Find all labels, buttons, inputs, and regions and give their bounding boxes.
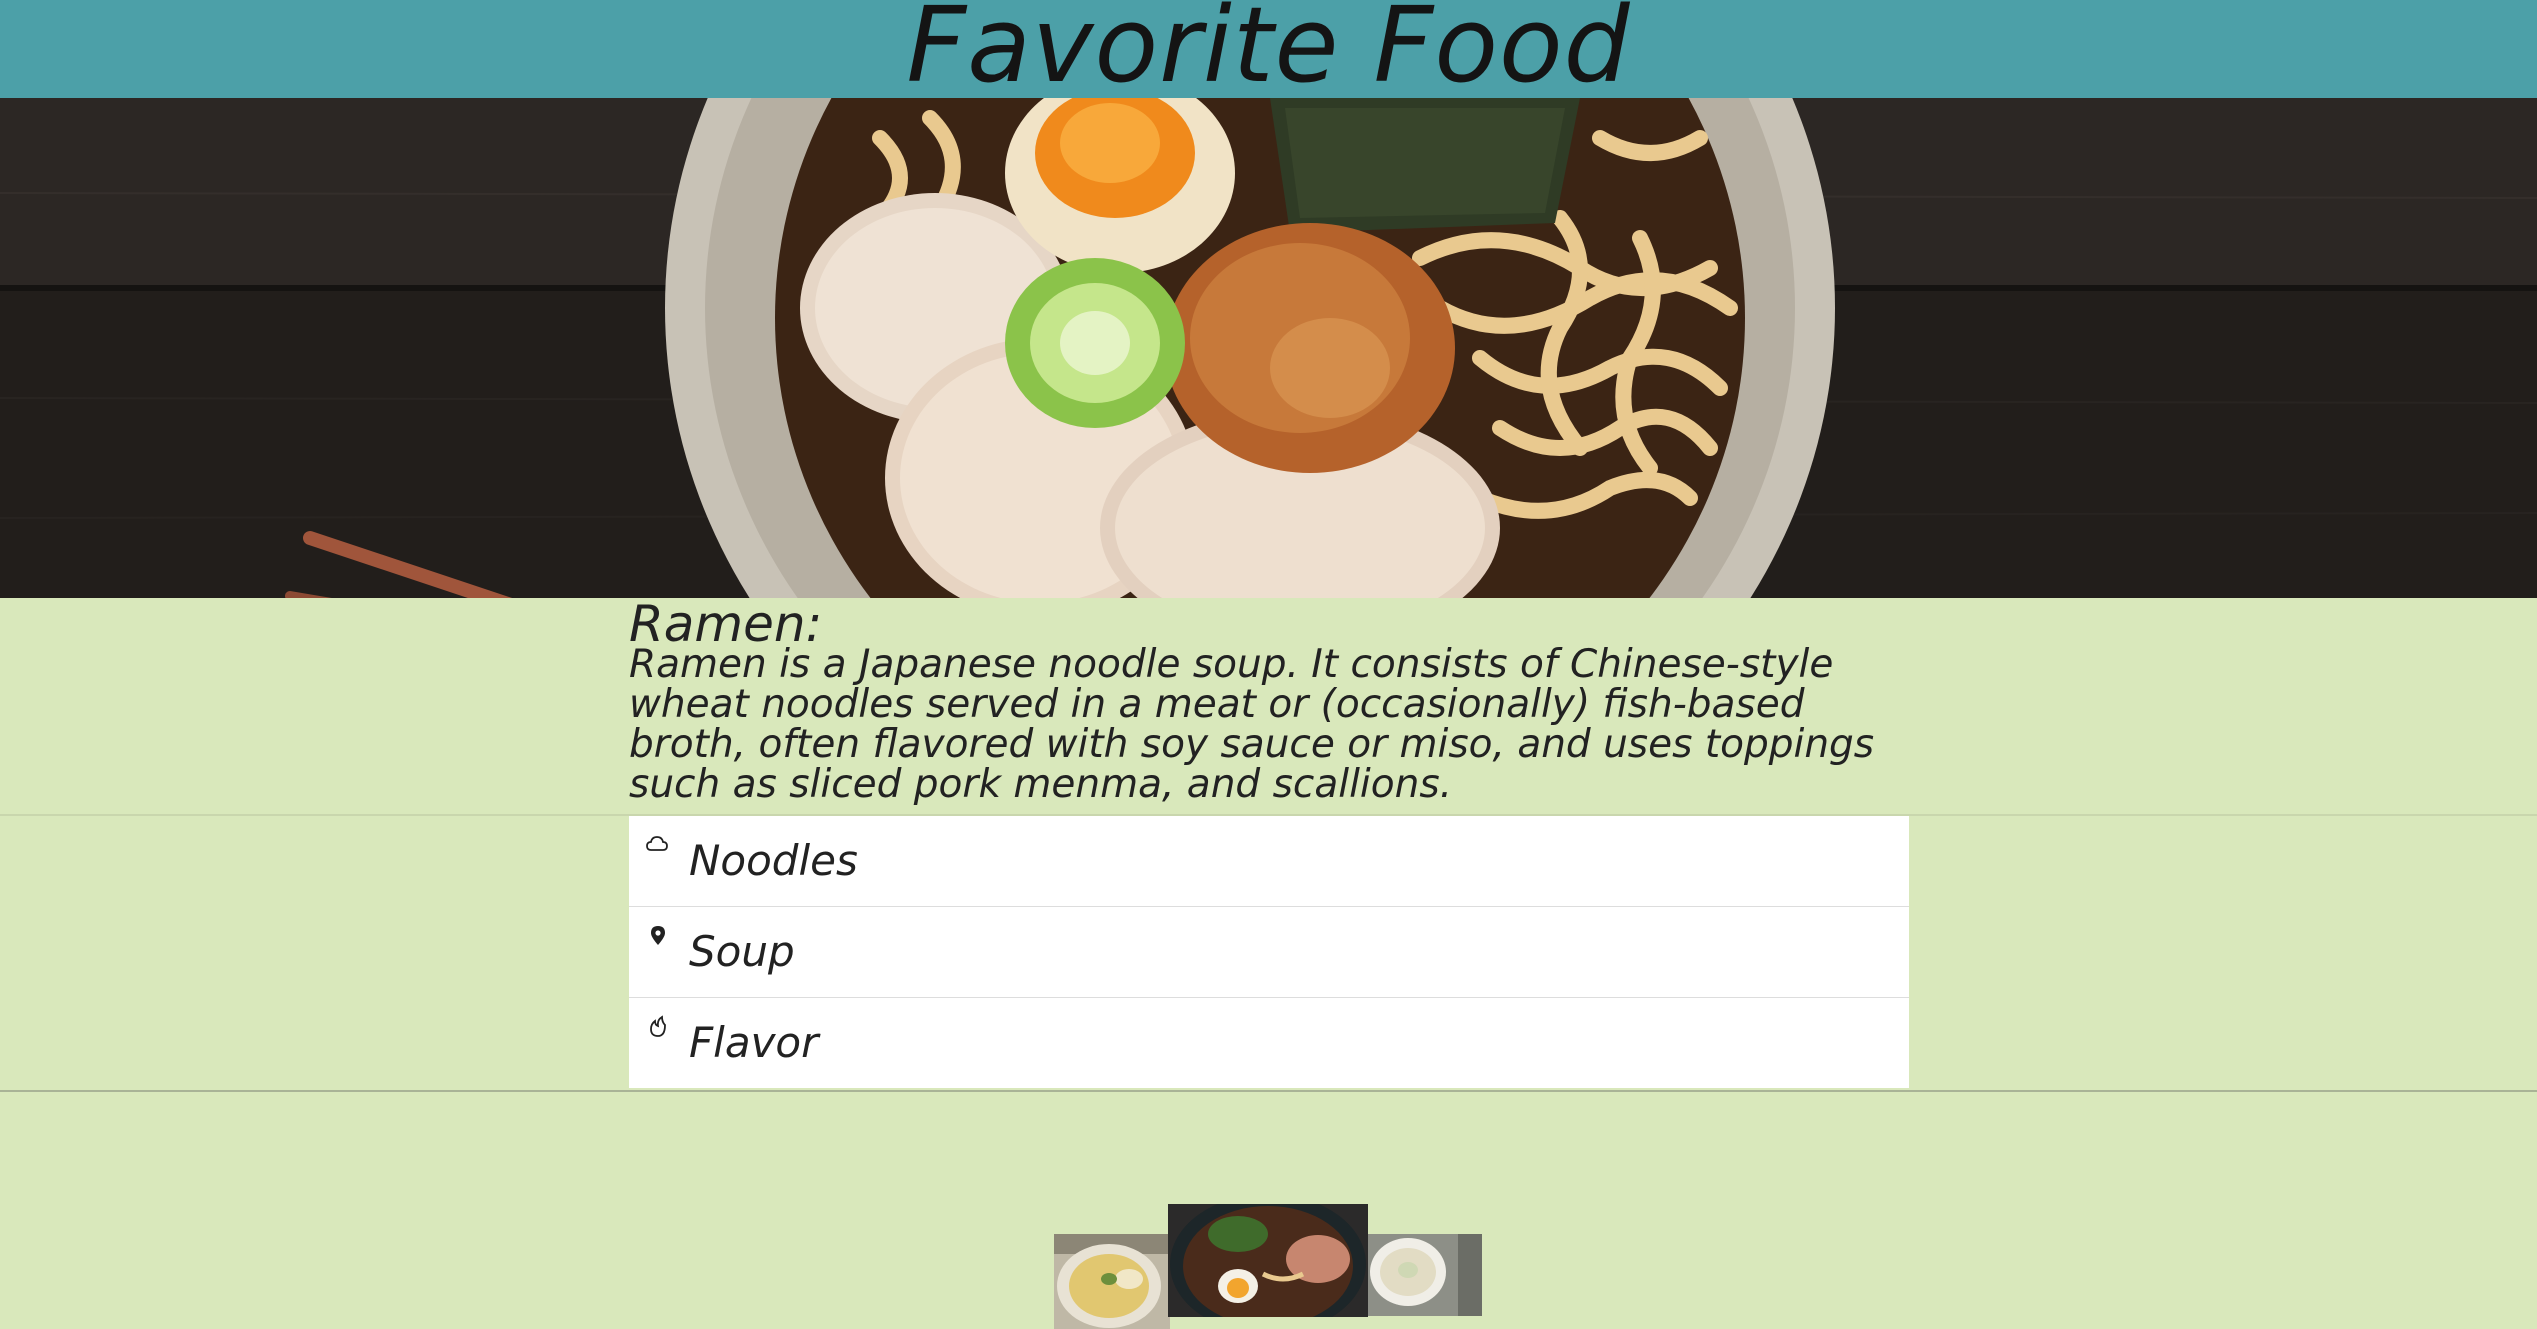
page-header: Favorite Food (0, 0, 2537, 98)
ramen-thumbnail[interactable] (1168, 1204, 1368, 1317)
list-item-noodles[interactable]: Noodles (629, 816, 1909, 907)
cloud-icon (645, 832, 671, 858)
features-list: Noodles Soup Flavor (629, 816, 1909, 1088)
hero-image (0, 98, 2537, 598)
list-item-flavor[interactable]: Flavor (629, 998, 1909, 1088)
list-item-soup[interactable]: Soup (629, 907, 1909, 998)
noodle-bowl-thumbnail[interactable] (1054, 1234, 1170, 1329)
map-pin-icon (645, 923, 671, 949)
image-gallery (0, 1092, 2537, 1329)
list-item-label: Flavor (689, 1018, 819, 1067)
food-info-section: Ramen: Ramen is a Japanese noodle soup. … (0, 598, 2537, 816)
list-item-label: Soup (689, 927, 795, 976)
features-section: Noodles Soup Flavor (0, 816, 2537, 1092)
page-title: Favorite Food (906, 0, 1631, 98)
soup-bowl-thumbnail[interactable] (1368, 1234, 1482, 1316)
food-description: Ramen is a Japanese noodle soup. It cons… (629, 642, 1875, 807)
flame-icon (645, 1014, 671, 1040)
list-item-label: Noodles (689, 836, 858, 885)
